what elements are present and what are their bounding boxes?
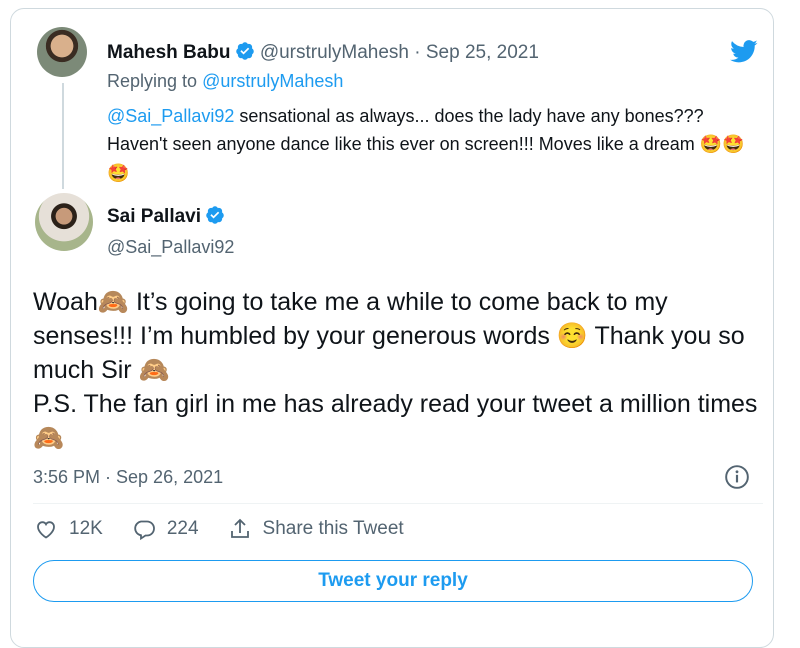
thread-line bbox=[62, 83, 64, 189]
comment-count: 224 bbox=[166, 518, 199, 539]
smiling-emoji: ☺️ bbox=[556, 321, 589, 350]
heart-icon bbox=[37, 521, 55, 539]
comment-icon bbox=[134, 520, 155, 541]
quoted-author-handle[interactable]: @urstrulyMahesh bbox=[260, 42, 409, 63]
verified-badge-icon bbox=[235, 42, 254, 60]
tweet-timestamp[interactable]: 3:56 PM · Sep 26, 2021 bbox=[33, 467, 223, 488]
replying-to: Replying to @urstrulyMahesh bbox=[107, 71, 343, 92]
mention-link[interactable]: @Sai_Pallavi92 bbox=[107, 106, 234, 126]
divider bbox=[33, 503, 763, 504]
like-count: 12K bbox=[69, 518, 103, 539]
quoted-date[interactable]: Sep 25, 2021 bbox=[426, 42, 539, 63]
replying-to-prefix: Replying to bbox=[107, 71, 198, 91]
see-no-evil-emoji: 🙈 bbox=[97, 287, 129, 316]
quoted-author-name[interactable]: Mahesh Babu bbox=[107, 42, 231, 63]
separator-dot: · bbox=[414, 42, 421, 63]
info-icon[interactable] bbox=[724, 464, 750, 490]
tweet-author-handle[interactable]: @Sai_Pallavi92 bbox=[107, 237, 234, 258]
tweet-card: Mahesh Babu @urstrulyMahesh · Sep 25, 20… bbox=[10, 8, 774, 648]
share-button[interactable]: Share this Tweet bbox=[227, 517, 404, 541]
share-label: Share this Tweet bbox=[262, 518, 404, 539]
sai-avatar[interactable] bbox=[35, 193, 93, 251]
replying-to-handle[interactable]: @urstrulyMahesh bbox=[202, 71, 343, 91]
share-icon bbox=[230, 518, 249, 538]
tweet-text-ps: P.S. The fan girl in me has already read… bbox=[33, 390, 758, 418]
tweet-author-name[interactable]: Sai Pallavi bbox=[107, 206, 201, 227]
mahesh-avatar[interactable] bbox=[37, 27, 87, 77]
tweet-actions: 12K 224 Share this Tweet bbox=[33, 517, 432, 541]
see-no-evil-emoji: 🙈 bbox=[33, 423, 65, 452]
verified-badge-icon bbox=[206, 206, 224, 224]
tweet-text-part1: Woah bbox=[33, 288, 98, 316]
tweet-author: Sai Pallavi bbox=[107, 205, 225, 228]
quoted-header: Mahesh Babu @urstrulyMahesh · Sep 25, 20… bbox=[107, 41, 539, 64]
see-no-evil-emoji: 🙈 bbox=[138, 355, 170, 384]
tweet-text: Woah🙈 It’s going to take me a while to c… bbox=[33, 285, 773, 455]
comment-button[interactable]: 224 bbox=[131, 517, 199, 541]
like-button[interactable]: 12K bbox=[33, 517, 103, 541]
quoted-tweet-text: @Sai_Pallavi92 sensational as always... … bbox=[107, 102, 747, 188]
twitter-logo-icon[interactable] bbox=[727, 37, 761, 65]
tweet-your-reply-button[interactable]: Tweet your reply bbox=[33, 560, 753, 602]
